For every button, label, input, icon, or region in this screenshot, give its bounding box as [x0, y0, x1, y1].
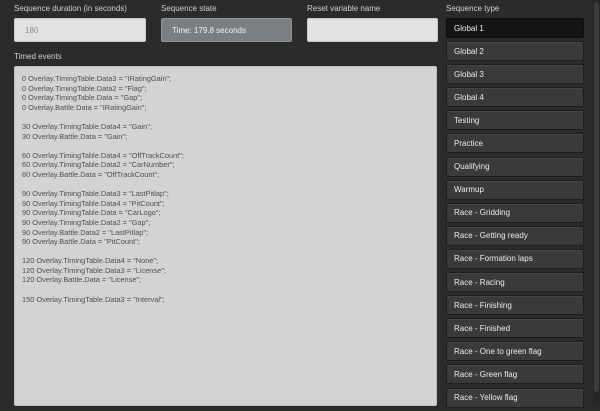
duration-input[interactable]	[25, 25, 135, 35]
event-line: 0 Overlay.TimingTable.Data3 = "IRatingGa…	[22, 74, 172, 83]
sequence-type-label-text: Warmup	[454, 185, 484, 195]
event-line: 120 Overlay.TimingTable.Data4 = "None";	[22, 256, 159, 266]
event-line	[22, 141, 436, 151]
sequence-type-button[interactable]: Practice	[446, 133, 584, 154]
state-value: Time: 179.8 seconds	[172, 25, 246, 35]
sequence-type-label-text: Race - Getting ready	[454, 231, 528, 241]
sequence-type-label-text: Global 1	[454, 23, 484, 33]
event-line: 90 Overlay.TimingTable.Data = "CarLogo";	[22, 208, 161, 218]
sequence-type-button[interactable]: Race - One to green flag	[446, 341, 584, 362]
event-line: 90 Overlay.Battle.Data2 = "LastPitlap";	[22, 227, 149, 237]
scrollbar-thumb[interactable]	[594, 2, 599, 392]
sequence-type-label-text: Global 3	[454, 69, 484, 79]
event-line: 60 Overlay.TimingTable.Data2 = "CarNumbe…	[22, 160, 175, 170]
sequence-type-button[interactable]: Qualifying	[446, 156, 584, 177]
sequence-type-label-text: Race - Finishing	[454, 300, 512, 310]
sequence-type-button[interactable]: Race - Yellow flag	[446, 387, 584, 408]
event-line: 120 Overlay.TimingTable.Data3 = "License…	[22, 265, 166, 275]
event-line: 90 Overlay.TimingTable.Data4 = "PitCount…	[22, 198, 165, 208]
sequence-type-label: Sequence type	[446, 4, 500, 13]
event-line: 150 Overlay.TimingTable.Data3 = "Interva…	[22, 294, 165, 304]
sequence-type-label-text: Global 4	[454, 92, 484, 102]
event-line	[22, 180, 436, 190]
sequence-type-label-text: Testing	[454, 115, 480, 125]
event-line: 0 Overlay.TimingTable.Data = "Gap";	[22, 93, 143, 103]
scrollbar[interactable]	[593, 0, 600, 403]
event-line: 120 Overlay.Battle.Data = "License";	[22, 275, 142, 285]
duration-label: Sequence duration (in seconds)	[14, 4, 127, 13]
sequence-type-button[interactable]: Race - Getting ready	[446, 225, 584, 246]
sequence-type-label-text: Race - Gridding	[454, 208, 511, 218]
events-label: Timed events	[14, 52, 62, 61]
sequence-type-button[interactable]: Race - Finishing	[446, 295, 584, 316]
event-line: 90 Overlay.Battle.Data = "PitCount";	[22, 237, 140, 247]
sequence-type-button[interactable]: Race - Racing	[446, 272, 584, 293]
sequence-type-label-text: Practice	[454, 138, 483, 148]
sequence-type-button[interactable]: Global 1	[446, 18, 584, 38]
event-line: 90 Overlay.TimingTable.Data3 = "LastPitl…	[22, 189, 169, 199]
sequence-type-button[interactable]: Global 4	[446, 87, 584, 108]
sequence-type-label-text: Race - Finished	[454, 323, 511, 333]
sequence-type-button[interactable]: Global 3	[446, 64, 584, 85]
event-line: 60 Overlay.TimingTable.Data4 = "OffTrack…	[22, 150, 184, 160]
event-line: 30 Overlay.Battle.Data = "Gain";	[22, 131, 128, 141]
sequence-type-button[interactable]: Race - Formation laps	[446, 248, 584, 269]
reset-variable-input[interactable]	[318, 25, 427, 35]
reset-variable-field[interactable]	[307, 18, 438, 42]
state-field: Time: 179.8 seconds	[161, 18, 292, 42]
event-line	[22, 285, 436, 295]
sequence-type-button[interactable]: Warmup	[446, 179, 584, 200]
sequence-type-label-text: Race - Yellow flag	[454, 393, 518, 402]
event-line: 0 Overlay.Battle.Data = "IRatingGain";	[22, 102, 147, 112]
sequence-type-label-text: Race - One to green flag	[454, 346, 542, 356]
event-line: 30 Overlay.TimingTable.Data4 = "Gain";	[22, 121, 152, 131]
sequence-type-label-text: Race - Green flag	[454, 369, 518, 379]
state-label: Sequence state	[161, 4, 217, 13]
sequence-type-label-text: Qualifying	[454, 162, 490, 172]
sequence-type-button[interactable]: Global 2	[446, 41, 584, 62]
timed-events-editor[interactable]: 0 Overlay.TimingTable.Data3 = "IRatingGa…	[14, 66, 437, 406]
sequence-type-list: Global 1 Global 2 Global 3 Global 4 Testing P…	[446, 18, 584, 411]
sequence-type-label-text: Global 2	[454, 46, 484, 56]
sequence-type-button[interactable]: Testing	[446, 110, 584, 131]
sequence-type-button[interactable]: Race - Green flag	[446, 364, 584, 385]
reset-label: Reset variable name	[307, 4, 381, 13]
sequence-type-label-text: Race - Formation laps	[454, 254, 533, 264]
sequence-type-button[interactable]: Race - Finished	[446, 318, 584, 339]
event-line: 60 Overlay.Battle.Data = "OffTrackCount"…	[22, 169, 160, 179]
event-line	[22, 247, 436, 257]
duration-field[interactable]	[14, 18, 146, 42]
event-line: 90 Overlay.TimingTable.Data2 = "Gap";	[22, 217, 151, 227]
sequence-type-label-text: Race - Racing	[454, 277, 505, 287]
event-line	[22, 112, 436, 122]
sequence-type-button[interactable]: Race - Gridding	[446, 202, 584, 223]
event-line: 0 Overlay.TimingTable.Data2 = "Flag";	[22, 83, 147, 93]
